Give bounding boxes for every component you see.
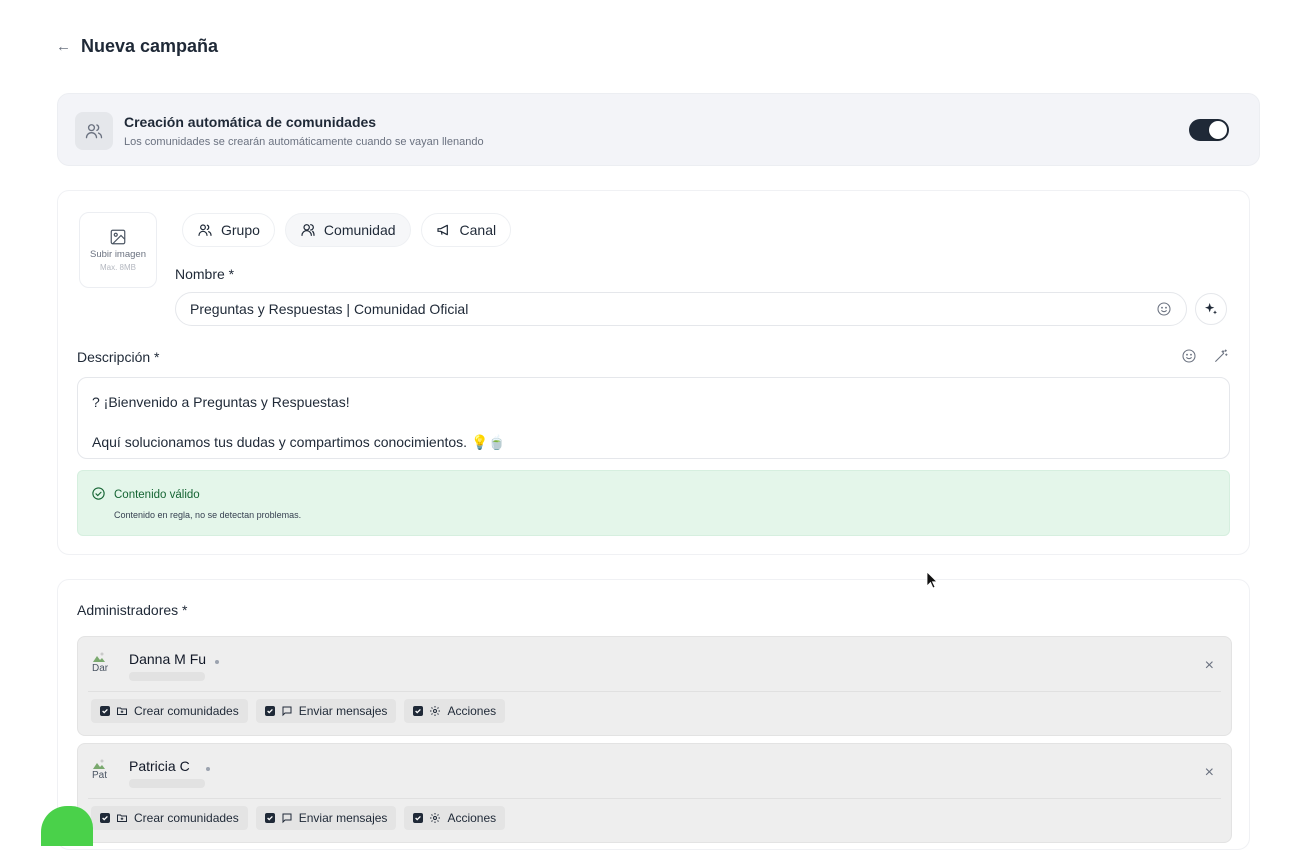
permission-create-communities[interactable]: Crear comunidades	[91, 806, 248, 830]
auto-creation-toggle[interactable]	[1189, 119, 1229, 141]
toggle-knob	[1209, 121, 1227, 139]
description-label: Descripción *	[77, 349, 160, 365]
avatar: Pat	[92, 758, 120, 786]
remove-admin-button[interactable]: ×	[1205, 657, 1214, 675]
divider	[88, 691, 1221, 692]
checkbox-checked-icon	[100, 706, 110, 716]
page-title: Nueva campaña	[81, 36, 219, 56]
avatar-alt-text: Pat	[92, 770, 108, 781]
type-tabs: Grupo Comunidad Canal	[182, 213, 512, 247]
back-arrow-icon[interactable]: ←	[56, 38, 71, 55]
upload-image-button[interactable]: Subir imagen Max. 8MB	[79, 212, 157, 288]
upload-label: Subir imagen	[90, 249, 146, 260]
permission-actions[interactable]: Acciones	[404, 699, 506, 723]
permission-label: Enviar mensajes	[298, 811, 388, 825]
checkbox-checked-icon	[413, 706, 424, 716]
folder-plus-icon	[116, 705, 128, 717]
validation-subtitle: Contenido en regla, no se detectan probl…	[114, 510, 302, 520]
checkbox-checked-icon	[264, 706, 275, 716]
permission-label: Crear comunidades	[134, 811, 239, 825]
status-dot	[206, 767, 210, 771]
tab-label: Grupo	[221, 222, 260, 238]
auto-creation-title: Creación automática de comunidades	[124, 114, 377, 130]
upload-max-size: Max. 8MB	[99, 263, 136, 272]
sparkles-icon	[1203, 301, 1219, 317]
name-label: Nombre *	[175, 266, 235, 282]
admin-name: Danna M Fu	[129, 651, 207, 667]
status-dot	[215, 660, 219, 664]
checkbox-checked-icon	[413, 813, 424, 823]
permission-label: Enviar mensajes	[298, 704, 388, 718]
image-icon	[109, 228, 127, 246]
page-header: ← Nueva campaña	[56, 36, 218, 57]
permission-create-communities[interactable]: Crear comunidades	[91, 699, 248, 723]
permission-label: Acciones	[447, 811, 497, 825]
permission-label: Acciones	[447, 704, 497, 718]
auto-creation-subtitle: Los comunidades se crearán automáticamen…	[124, 136, 484, 148]
name-value: Preguntas y Respuestas | Comunidad Ofici…	[190, 301, 469, 317]
permissions: Crear comunidades Enviar mensajes Accion…	[91, 806, 506, 830]
users-icon	[197, 222, 213, 238]
ai-generate-name-button[interactable]	[1195, 293, 1227, 325]
tab-canal[interactable]: Canal	[420, 213, 512, 247]
avatar-alt-text: Dar	[92, 663, 109, 674]
tab-comunidad[interactable]: Comunidad	[284, 213, 411, 247]
message-icon	[281, 812, 293, 824]
permission-send-messages[interactable]: Enviar mensajes	[255, 806, 397, 830]
users-icon	[75, 112, 113, 150]
tab-label: Comunidad	[323, 222, 396, 238]
permission-actions[interactable]: Acciones	[404, 806, 506, 830]
emoji-icon[interactable]	[1181, 348, 1197, 364]
name-input[interactable]: Preguntas y Respuestas | Comunidad Ofici…	[175, 292, 1187, 326]
folder-plus-icon	[116, 812, 128, 824]
administrators-label: Administradores *	[77, 602, 188, 618]
permissions: Crear comunidades Enviar mensajes Accion…	[91, 699, 506, 723]
administrators-card: Administradores * Dar Danna M Fu × Crear…	[57, 579, 1250, 850]
gear-icon	[429, 812, 441, 824]
auto-creation-card: Creación automática de comunidades Los c…	[57, 93, 1260, 166]
admin-email-redacted	[129, 672, 205, 681]
magic-wand-icon[interactable]	[1213, 348, 1229, 364]
avatar: Dar	[92, 651, 120, 679]
chat-widget-button[interactable]	[41, 806, 93, 846]
emoji-icon[interactable]	[1156, 301, 1172, 317]
admin-name: Patricia C	[129, 758, 190, 774]
tab-grupo[interactable]: Grupo	[182, 213, 275, 247]
admin-item: Pat Patricia C × Crear comunidades Envia…	[77, 743, 1232, 843]
permission-send-messages[interactable]: Enviar mensajes	[255, 699, 397, 723]
permission-label: Crear comunidades	[134, 704, 239, 718]
message-icon	[281, 705, 293, 717]
validation-banner: Contenido válido Contenido en regla, no …	[77, 470, 1230, 536]
checkbox-checked-icon	[264, 813, 275, 823]
megaphone-icon	[436, 222, 452, 238]
check-circle-icon	[91, 486, 106, 501]
user-group-icon	[300, 222, 316, 238]
admin-item: Dar Danna M Fu × Crear comunidades Envia…	[77, 636, 1232, 736]
community-form-card: Subir imagen Max. 8MB Grupo Comunidad Ca…	[57, 190, 1250, 555]
description-textarea[interactable]: ? ¡Bienvenido a Preguntas y Respuestas! …	[77, 377, 1230, 459]
mouse-cursor-icon	[926, 571, 938, 589]
gear-icon	[429, 705, 441, 717]
admin-email-redacted	[129, 779, 205, 788]
validation-title: Contenido válido	[114, 489, 200, 501]
description-line: ? ¡Bienvenido a Preguntas y Respuestas!	[92, 394, 350, 410]
remove-admin-button[interactable]: ×	[1205, 764, 1214, 782]
divider	[88, 798, 1221, 799]
description-tools	[1181, 348, 1229, 364]
checkbox-checked-icon	[100, 813, 110, 823]
description-line: Aquí solucionamos tus dudas y compartimo…	[92, 434, 506, 450]
tab-label: Canal	[459, 222, 497, 238]
